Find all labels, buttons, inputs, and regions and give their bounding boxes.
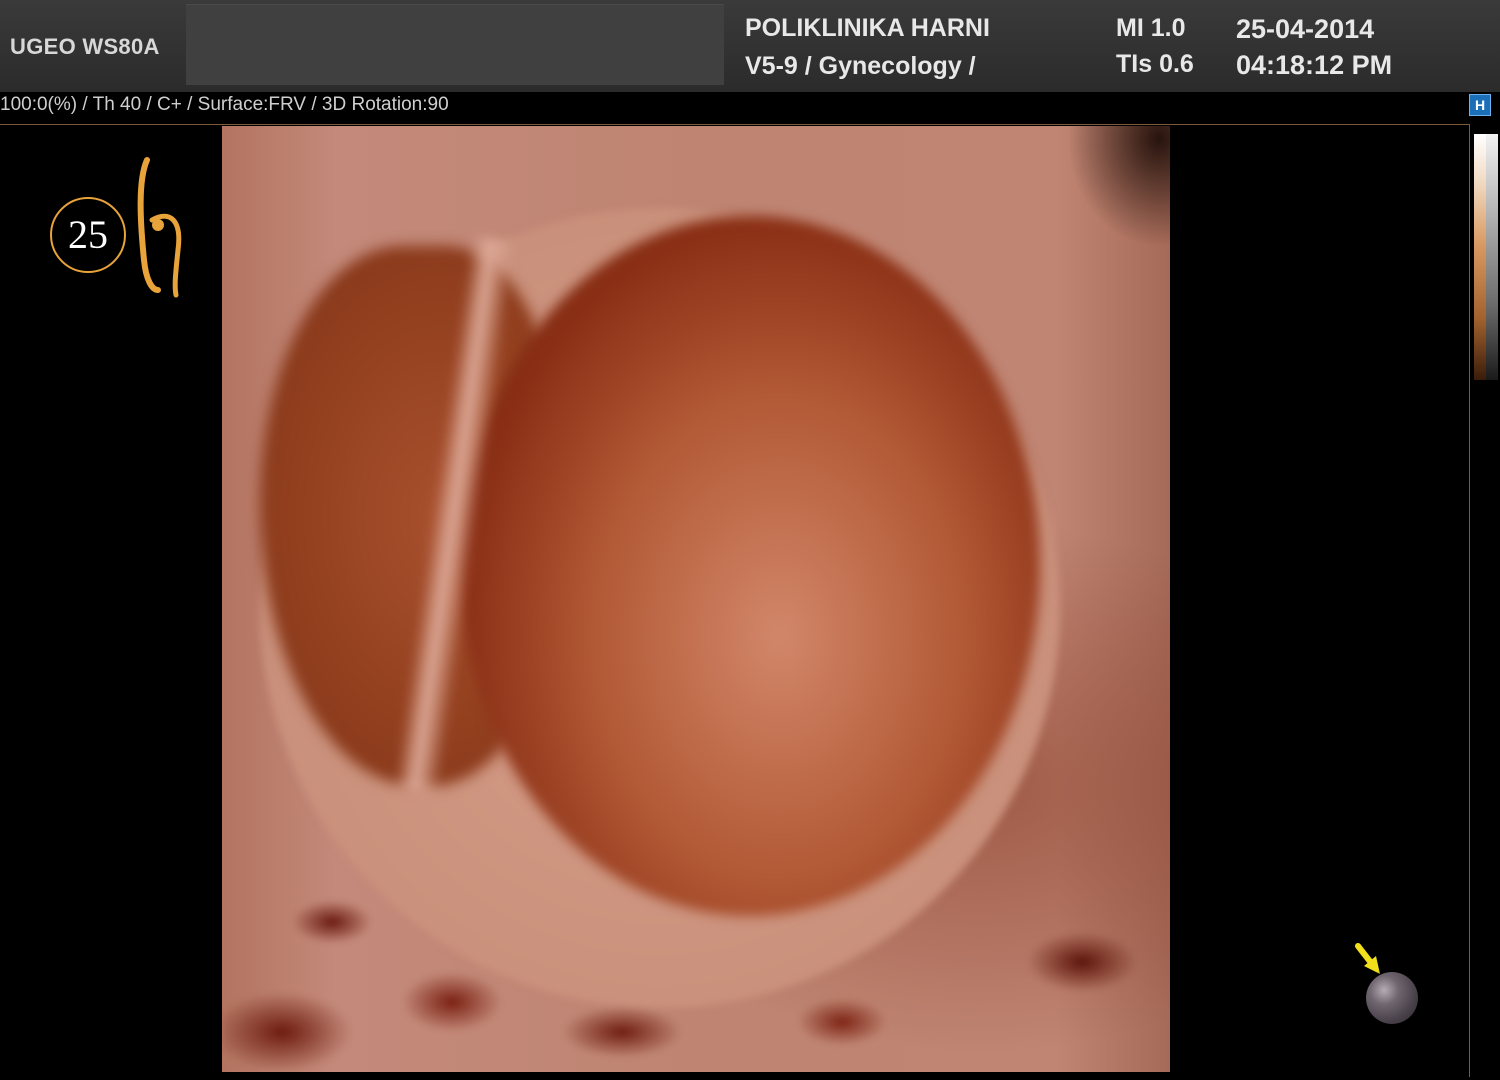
tis-readout: TIs 0.6 bbox=[1116, 50, 1194, 78]
grayscale-bar bbox=[1486, 134, 1498, 380]
h-square-icon[interactable]: H bbox=[1469, 94, 1491, 116]
probe-preset: V5-9 / Gynecology / bbox=[745, 52, 976, 80]
orientation-ball-icon[interactable] bbox=[1366, 972, 1418, 1024]
top-header: UGEO WS80A POLIKLINIKA HARNI V5-9 / Gyne… bbox=[0, 0, 1500, 92]
arrow-down-right-icon bbox=[1355, 943, 1380, 974]
corner-shadow bbox=[1060, 126, 1170, 256]
clinic-name: POLIKLINIKA HARNI bbox=[745, 14, 990, 42]
imaging-parameters: 100:0(%) / Th 40 / C+ / Surface:FRV / 3D… bbox=[0, 94, 449, 115]
lower-tissue bbox=[222, 842, 1170, 1072]
clinic-logo: 25 bbox=[50, 157, 182, 298]
logo-number: 25 bbox=[68, 212, 108, 257]
header-blank-panel bbox=[186, 4, 724, 85]
mi-readout: MI 1.0 bbox=[1116, 14, 1186, 42]
right-cavity bbox=[460, 216, 1040, 916]
device-name: UGEO WS80A bbox=[10, 34, 160, 59]
exam-time: 04:18:12 PM bbox=[1236, 50, 1393, 80]
exam-date: 25-04-2014 bbox=[1236, 14, 1375, 44]
3d-render-view[interactable] bbox=[222, 126, 1170, 1072]
